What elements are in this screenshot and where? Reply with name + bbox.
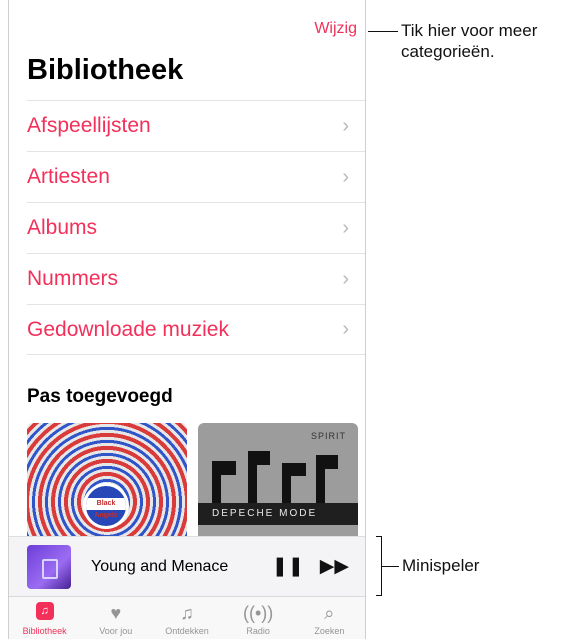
album-cover-band: DEPECHE MODE: [198, 503, 358, 525]
page-title: Bibliotheek: [27, 54, 184, 86]
library-item-label: Albums: [27, 216, 98, 239]
tab-label: Voor jou: [99, 626, 133, 636]
edit-button[interactable]: Wijzig: [314, 20, 357, 38]
tab-bar: ♫ Bibliotheek ♥ Voor jou ♫ Ontdekken ((•…: [9, 596, 365, 639]
tab-library[interactable]: ♫ Bibliotheek: [15, 597, 75, 637]
library-item-label: Gedownloade muziek: [27, 317, 229, 341]
tab-label: Radio: [246, 626, 270, 636]
callout-bracket-top: [376, 536, 382, 537]
search-icon: ⌕: [324, 603, 335, 623]
tab-for-you[interactable]: ♥ Voor jou: [86, 597, 146, 637]
library-item-label: Afspeellijsten: [27, 114, 151, 137]
library-icon: ♫: [35, 602, 54, 620]
callout-edit: Tik hier voor meer categorieën.: [401, 20, 537, 62]
tab-radio[interactable]: ((•)) Radio: [228, 597, 288, 637]
tab-label: Zoeken: [314, 626, 345, 636]
library-item-label: Artiesten: [27, 165, 110, 188]
recently-added-heading: Pas toegevoegd: [27, 386, 173, 407]
chevron-right-icon: ›: [342, 318, 349, 340]
callout-bracket-bottom: [376, 595, 382, 596]
heart-icon: ♥: [110, 603, 122, 623]
album-badge-text: Black Angels: [86, 498, 126, 519]
flags-artwork: [208, 451, 348, 503]
library-item-songs[interactable]: Nummers ›: [27, 253, 365, 304]
album-badge: Black Angels: [83, 483, 129, 529]
library-item-playlists[interactable]: Afspeellijsten ›: [27, 100, 365, 151]
callout-line-2: categorieën.: [401, 42, 495, 61]
chevron-right-icon: ›: [342, 267, 349, 290]
callout-line: [381, 566, 399, 567]
radio-icon: ((•)): [243, 603, 274, 623]
chevron-right-icon: ›: [342, 114, 349, 137]
chevron-right-icon: ›: [342, 165, 349, 188]
library-item-label: Nummers: [27, 267, 119, 290]
tab-search[interactable]: ⌕ Zoeken: [299, 597, 359, 637]
library-item-artists[interactable]: Artiesten ›: [27, 151, 365, 202]
mini-player-track[interactable]: Young and Menace: [91, 558, 256, 576]
fast-forward-icon[interactable]: ▶▶: [320, 555, 349, 578]
phone-screen: Wijzig Bibliotheek Afspeellijsten › Arti…: [8, 0, 366, 639]
tab-label: Bibliotheek: [22, 626, 67, 636]
mini-player[interactable]: Young and Menace ❚❚ ▶▶: [9, 536, 365, 596]
pause-icon[interactable]: ❚❚: [272, 555, 304, 578]
callout-line: [368, 31, 398, 32]
callout-mini-player: Minispeler: [402, 556, 480, 575]
library-item-albums[interactable]: Albums ›: [27, 202, 365, 253]
music-note-icon: ♫: [180, 603, 194, 623]
callout-line-1: Tik hier voor meer: [401, 21, 538, 40]
mini-player-artwork[interactable]: [27, 544, 71, 589]
library-list: Afspeellijsten › Artiesten › Albums › Nu…: [27, 100, 365, 355]
library-item-downloaded[interactable]: Gedownloade muziek ›: [27, 304, 365, 355]
tab-browse[interactable]: ♫ Ontdekken: [157, 597, 217, 637]
chevron-right-icon: ›: [342, 216, 349, 239]
tab-label: Ontdekken: [165, 626, 209, 636]
album-cover-title: SPIRIT: [310, 431, 346, 441]
